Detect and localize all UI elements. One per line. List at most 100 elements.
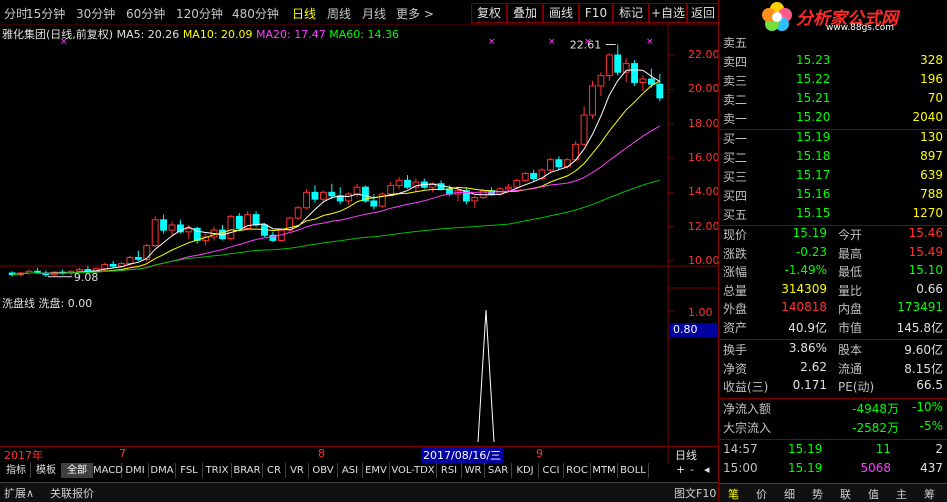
zoom-out-button[interactable]: - [690, 463, 694, 476]
buy-price: 15.16 [796, 187, 831, 201]
indicator-tab-指标[interactable]: 指标 [2, 463, 31, 478]
indicator-tab-fsl[interactable]: FSL [176, 463, 203, 478]
buy-volume: 639 [920, 168, 943, 182]
stat-label: 资产 [723, 320, 748, 335]
candle-body [185, 227, 193, 233]
stat-value: 0.66 [916, 281, 943, 296]
stat-value: -0.23 [795, 244, 827, 259]
indicator-tab-bar: 指标 模板 全部 MACD DMI DMA FSL TRIX BRAR CR VR OBV ASI EMV… [0, 463, 718, 479]
indicator-tab-cr[interactable]: CR [263, 463, 286, 478]
indicator-tab-macd[interactable]: MACD [93, 463, 123, 478]
indicator-tab-全部[interactable]: 全部 [62, 463, 93, 478]
draw-line-button[interactable]: 画线 [543, 3, 579, 23]
candle-body [294, 207, 302, 219]
indicator-tab-asi[interactable]: ASI [338, 463, 363, 478]
indicator-tab-vr[interactable]: VR [286, 463, 309, 478]
fuquan-button[interactable]: 复权 [471, 3, 507, 23]
indicator-tab-rsi[interactable]: RSI [437, 463, 462, 478]
indicator-tab-trix[interactable]: TRIX [203, 463, 232, 478]
candle-body [151, 219, 159, 247]
kline-chart[interactable]: 22.619.08× × × × × [0, 24, 718, 464]
candle-body [134, 257, 142, 260]
stat-label: 最高 [838, 246, 863, 261]
indicator-tab-boll[interactable]: BOLL [618, 463, 649, 478]
indicator-tab-emv[interactable]: EMV [363, 463, 390, 478]
indicator-tab-cci[interactable]: CCI [539, 463, 564, 478]
indicator-tab-vol-tdx[interactable]: VOL-TDX [390, 463, 437, 478]
indicator-tab-sar[interactable]: SAR [485, 463, 512, 478]
stat-value: 314309 [781, 281, 827, 296]
stat-label: 收益(三) [723, 380, 769, 394]
indicator-tab-dmi[interactable]: DMI [122, 463, 149, 478]
quote-tab[interactable]: 价 [756, 486, 767, 502]
price-tick-label: 12.00 [688, 219, 720, 233]
ma20-line [12, 125, 661, 276]
candle-body [227, 215, 235, 240]
candle-body [538, 169, 546, 180]
date-tick-year: 2017年 [4, 449, 43, 462]
candle-body [521, 172, 529, 181]
quote-tab[interactable]: 细 [784, 486, 795, 502]
back-button[interactable]: 返回 [687, 3, 719, 23]
buy-price: 15.18 [796, 149, 831, 163]
quote-tab[interactable]: 笔 [728, 486, 739, 502]
candle-body [387, 184, 395, 195]
overlay-button[interactable]: 叠加 [507, 3, 543, 23]
period-tab-fenshi[interactable]: 分时 [4, 5, 28, 22]
f10-button[interactable]: F10 [579, 3, 613, 23]
period-tab-more[interactable]: 更多 > [396, 5, 434, 22]
f10-text-button[interactable]: 图文F10 [674, 485, 716, 501]
period-tab-120min[interactable]: 120分钟 [176, 5, 223, 22]
indicator-tab-obv[interactable]: OBV [309, 463, 338, 478]
add-watchlist-button[interactable]: +自选 [649, 3, 687, 23]
candle-body [589, 85, 596, 116]
date-tick-8: 8 [318, 447, 325, 460]
quote-tab[interactable]: 筹 [924, 486, 935, 502]
quote-tab[interactable]: 势 [812, 486, 823, 502]
indicator-tab-模板[interactable]: 模板 [31, 463, 62, 478]
buy-row: 买三 15.17 639 [718, 168, 947, 187]
low-price-label: 9.08 [74, 271, 99, 284]
indicator-title: 洗盘线 洗盘: 0.00 [2, 295, 92, 311]
indicator-name: 洗盘线 洗盘: 0.00 [2, 297, 93, 310]
indicator-tab-kdj[interactable]: KDJ [512, 463, 539, 478]
flow-percent: -10% [911, 400, 943, 414]
quote-tab[interactable]: 主 [896, 486, 907, 502]
indicator-tab-dma[interactable]: DMA [149, 463, 176, 478]
buy-volume: 1270 [912, 206, 943, 220]
ma60-line [12, 179, 660, 276]
stat-value: -1.49% [784, 263, 827, 277]
period-tab-480min[interactable]: 480分钟 [232, 5, 279, 22]
expand-button[interactable]: 扩展∧ [4, 485, 34, 501]
buy-price: 15.17 [796, 168, 831, 182]
period-tab-daily[interactable]: 日线 [292, 5, 316, 22]
period-tab-15min[interactable]: 15分钟 [26, 5, 65, 22]
stat-label: 总量 [723, 283, 748, 298]
mark-button[interactable]: 标记 [613, 3, 649, 23]
quote-tab[interactable]: 联 [840, 486, 851, 502]
stat-value: 9.60亿 [904, 343, 943, 357]
period-tab-monthly[interactable]: 月线 [362, 5, 386, 22]
panel-period-label: 日线 [669, 446, 718, 462]
zoom-in-button[interactable]: + [676, 463, 685, 476]
candle-body [101, 263, 109, 270]
candle-body [631, 63, 639, 83]
order-level-label: 卖四 [723, 55, 748, 69]
indicator-tab-roc[interactable]: ROC [564, 463, 591, 478]
buy-volume: 130 [920, 130, 943, 144]
flow-label: 大宗流入 [723, 421, 772, 435]
price-tick-label: 16.00 [688, 151, 720, 164]
period-tab-60min[interactable]: 60分钟 [126, 5, 165, 22]
period-tab-30min[interactable]: 30分钟 [76, 5, 115, 22]
candle-body [303, 191, 311, 209]
stat-value: 15.10 [908, 263, 943, 277]
indicator-tab-wr[interactable]: WR [462, 463, 485, 478]
scroll-left-icon[interactable]: ◂ [704, 463, 710, 476]
indicator-tab-brar[interactable]: BRAR [232, 463, 263, 478]
linked-quote-button[interactable]: 关联报价 [50, 485, 94, 501]
period-tab-weekly[interactable]: 周线 [327, 5, 351, 22]
quote-tab[interactable]: 值 [868, 486, 879, 502]
indicator-tab-mtm[interactable]: MTM [591, 463, 618, 478]
period-toolbar: 分时 15分钟 30分钟 60分钟 120分钟 480分钟 日线 周线 月线 更… [0, 0, 719, 25]
signal-marker: × [646, 37, 654, 47]
